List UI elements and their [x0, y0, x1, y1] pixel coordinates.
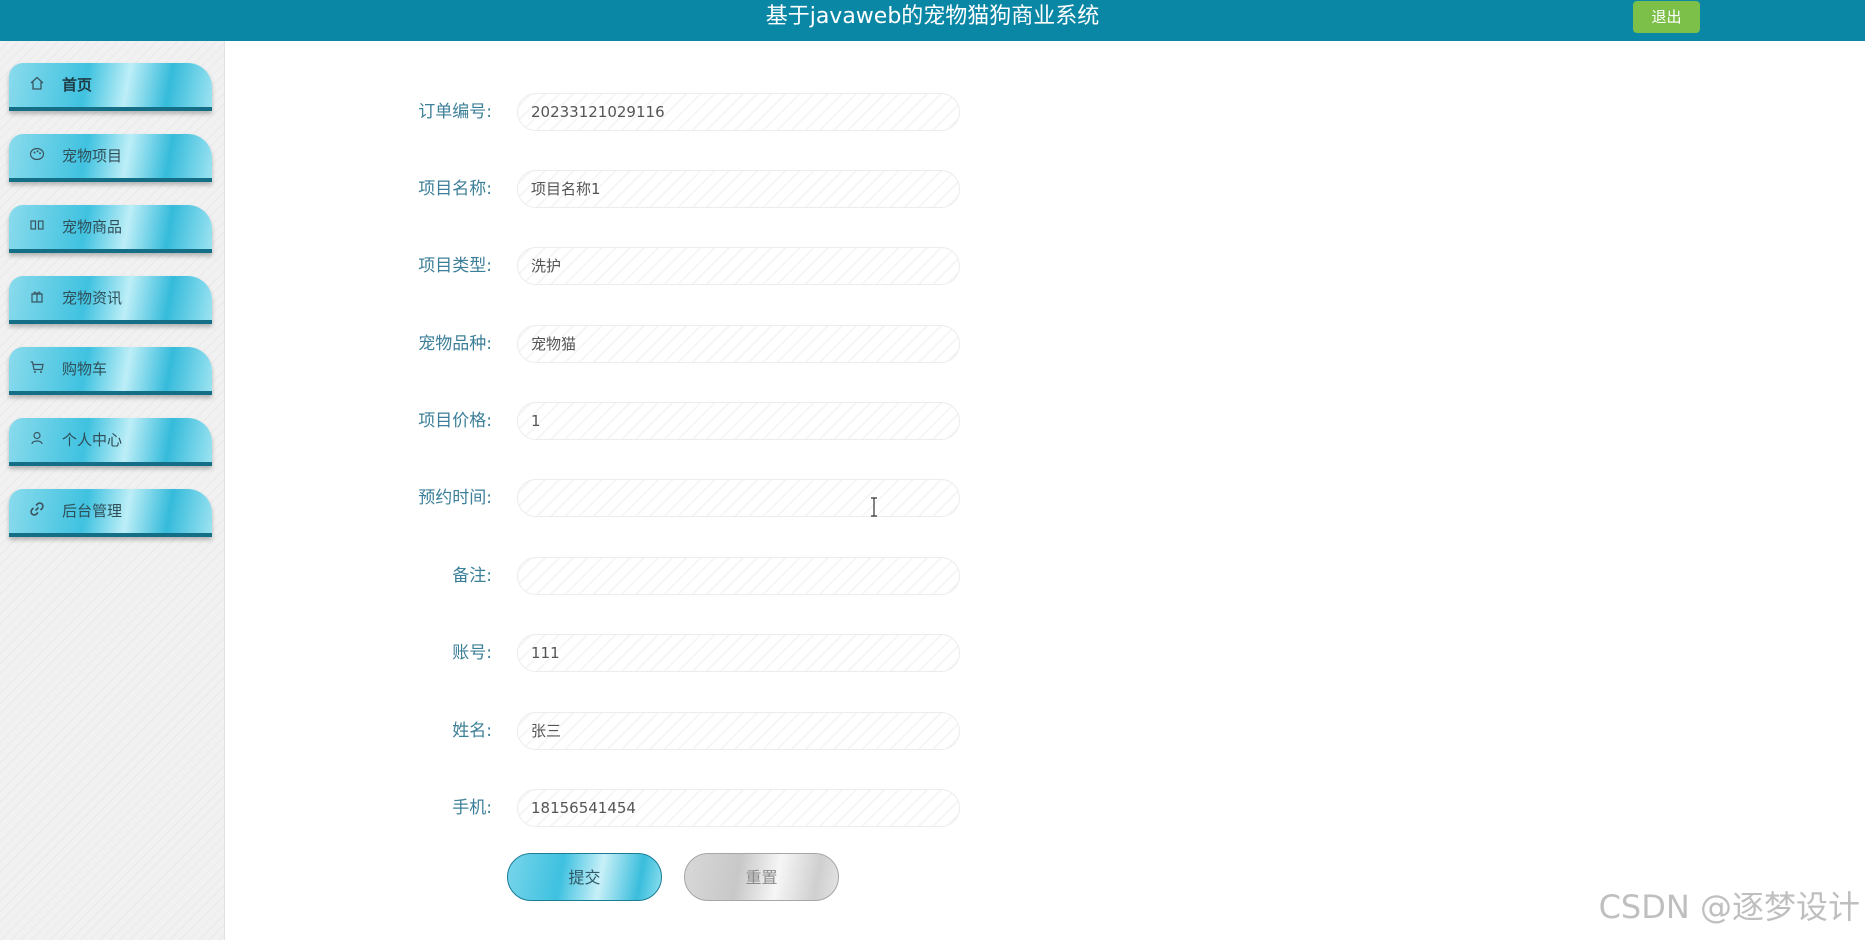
account-label: 账号: — [452, 643, 492, 663]
order-number-label: 订单编号: — [418, 102, 492, 122]
reset-button[interactable]: 重置 — [684, 853, 839, 901]
remarks-label: 备注: — [452, 566, 492, 586]
sidebar-item-home[interactable]: 首页 — [9, 63, 212, 111]
order-number-input[interactable] — [517, 93, 960, 131]
sidebar-item-label: 宠物资讯 — [62, 289, 123, 307]
pet-breed-input[interactable] — [517, 325, 960, 363]
sidebar-item-pet-goods[interactable]: 宠物商品 — [9, 205, 212, 253]
sidebar-item-pet-news[interactable]: 宠物资讯 — [9, 276, 212, 324]
sidebar-item-label: 个人中心 — [62, 431, 123, 449]
sidebar-item-label: 宠物项目 — [62, 147, 123, 165]
name-label: 姓名: — [452, 721, 492, 741]
link-icon — [29, 501, 45, 517]
sidebar-item-personal-center[interactable]: 个人中心 — [9, 418, 212, 466]
sidebar-item-admin[interactable]: 后台管理 — [9, 489, 212, 537]
sidebar: 首页 宠物项目 宠物商品 宠物资讯 购物车 个人中心 后台管理 — [0, 41, 225, 940]
columns-icon — [29, 217, 45, 233]
sidebar-item-label: 后台管理 — [62, 502, 123, 520]
watermark: CSDN @逐梦设计 — [1598, 888, 1860, 926]
name-input[interactable] — [517, 712, 960, 750]
project-price-label: 项目价格: — [418, 411, 492, 431]
home-icon — [29, 75, 45, 91]
sidebar-item-cart[interactable]: 购物车 — [9, 347, 212, 395]
appointment-time-label: 预约时间: — [418, 488, 492, 508]
account-input[interactable] — [517, 634, 960, 672]
top-bar: 基于javaweb的宠物猫狗商业系统 退出 — [0, 0, 1865, 41]
project-type-input[interactable] — [517, 247, 960, 285]
project-name-label: 项目名称: — [418, 179, 492, 199]
project-price-input[interactable] — [517, 402, 960, 440]
sidebar-item-label: 购物车 — [62, 360, 108, 378]
sidebar-item-pet-projects[interactable]: 宠物项目 — [9, 134, 212, 182]
pet-breed-label: 宠物品种: — [418, 334, 492, 354]
phone-input[interactable] — [517, 789, 960, 827]
app-title: 基于javaweb的宠物猫狗商业系统 — [765, 4, 1100, 29]
gift-icon — [29, 288, 45, 304]
project-name-input[interactable] — [517, 170, 960, 208]
text-cursor-icon — [870, 496, 878, 518]
sidebar-item-label: 首页 — [62, 76, 93, 94]
appointment-time-input[interactable] — [517, 479, 960, 517]
palette-icon — [29, 146, 45, 162]
user-icon — [29, 430, 45, 446]
submit-button[interactable]: 提交 — [507, 853, 662, 901]
project-type-label: 项目类型: — [418, 256, 492, 276]
sidebar-item-label: 宠物商品 — [62, 218, 123, 236]
phone-label: 手机: — [452, 798, 492, 818]
logout-button[interactable]: 退出 — [1633, 1, 1700, 33]
cart-icon — [29, 359, 45, 375]
remarks-input[interactable] — [517, 557, 960, 595]
